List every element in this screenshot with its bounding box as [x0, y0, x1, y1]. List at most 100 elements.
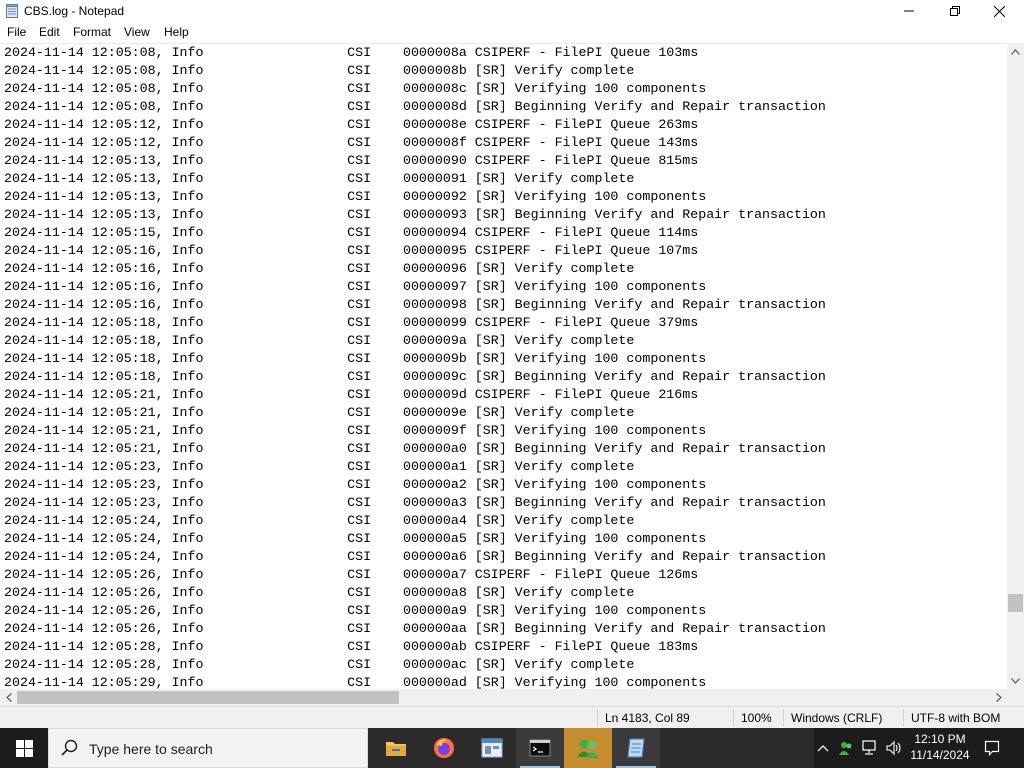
tray-network-button[interactable] [860, 728, 882, 768]
menu-help[interactable]: Help [164, 25, 189, 39]
window-title: CBS.log - Notepad [24, 4, 125, 18]
log-line: 2024-11-14 12:05:26, Info CSI 000000a9 [… [4, 603, 707, 618]
editor-lines: 2024-11-14 12:05:08, Info CSI 0000008a C… [4, 44, 826, 690]
taskbar-search[interactable]: Type here to search [48, 728, 368, 768]
log-line: 2024-11-14 12:05:21, Info CSI 0000009d C… [4, 387, 699, 402]
file-explorer-icon [386, 742, 406, 756]
users-tray-icon [839, 742, 852, 755]
log-line: 2024-11-14 12:05:08, Info CSI 0000008b [… [4, 63, 635, 78]
taskbar-background-area [664, 728, 814, 768]
clock-date: 11/14/2024 [910, 748, 970, 762]
status-divider [783, 709, 784, 726]
maximize-button[interactable] [932, 0, 978, 22]
window-app-icon [481, 738, 503, 758]
notifications-button[interactable] [980, 728, 1004, 768]
log-line: 2024-11-14 12:05:15, Info CSI 00000094 C… [4, 225, 699, 240]
notepad-icon [6, 4, 18, 18]
clock-time: 12:10 PM [914, 732, 966, 746]
log-line: 2024-11-14 12:05:18, Info CSI 0000009a [… [4, 333, 635, 348]
log-line: 2024-11-14 12:05:12, Info CSI 0000008f C… [4, 135, 699, 150]
chevron-down-icon [1011, 677, 1020, 684]
log-line: 2024-11-14 12:05:16, Info CSI 00000098 [… [4, 297, 826, 312]
close-icon [993, 5, 1005, 17]
windows-logo-icon [15, 739, 33, 757]
log-line: 2024-11-14 12:05:08, Info CSI 0000008c [… [4, 81, 707, 96]
horizontal-scroll-thumb[interactable] [17, 691, 399, 704]
log-line: 2024-11-14 12:05:24, Info CSI 000000a5 [… [4, 531, 707, 546]
line-ending: Windows (CRLF) [791, 711, 883, 725]
search-placeholder: Type here to search [89, 741, 213, 757]
log-line: 2024-11-14 12:05:18, Info CSI 00000099 C… [4, 315, 699, 330]
log-line: 2024-11-14 12:05:13, Info CSI 00000093 [… [4, 207, 826, 222]
log-line: 2024-11-14 12:05:28, Info CSI 000000ac [… [4, 657, 635, 672]
taskbar-app-file-explorer[interactable] [372, 728, 420, 768]
notification-icon [984, 740, 1000, 756]
menu-edit[interactable]: Edit [39, 25, 60, 39]
users-app-icon [577, 739, 599, 758]
log-line: 2024-11-14 12:05:21, Info CSI 0000009e [… [4, 405, 635, 420]
minimize-button[interactable] [886, 0, 932, 22]
chevron-up-icon [817, 745, 829, 752]
scroll-right-button[interactable] [990, 689, 1007, 706]
scroll-down-button[interactable] [1007, 672, 1024, 689]
terminal-icon [529, 739, 551, 757]
chevron-right-icon [995, 693, 1002, 702]
log-line: 2024-11-14 12:05:26, Info CSI 000000a8 [… [4, 585, 635, 600]
status-divider [733, 709, 734, 726]
cursor-position: Ln 4183, Col 89 [605, 711, 690, 725]
text-editor[interactable]: 2024-11-14 12:05:08, Info CSI 0000008a C… [0, 43, 1007, 690]
horizontal-scrollbar[interactable] [0, 689, 1007, 706]
log-line: 2024-11-14 12:05:12, Info CSI 0000008e C… [4, 117, 699, 132]
vertical-scrollbar[interactable] [1007, 43, 1024, 689]
log-line: 2024-11-14 12:05:18, Info CSI 0000009c [… [4, 369, 826, 384]
search-icon [61, 739, 78, 756]
taskbar-app-notepad[interactable] [612, 728, 660, 768]
close-button[interactable] [976, 0, 1022, 22]
scroll-left-button[interactable] [0, 689, 17, 706]
log-line: 2024-11-14 12:05:08, Info CSI 0000008d [… [4, 99, 826, 114]
log-line: 2024-11-14 12:05:16, Info CSI 00000096 [… [4, 261, 635, 276]
log-line: 2024-11-14 12:05:26, Info CSI 000000aa [… [4, 621, 826, 636]
notepad-icon [627, 738, 645, 758]
taskbar-app-window[interactable] [468, 728, 516, 768]
menu-view[interactable]: View [124, 25, 150, 39]
menu-file[interactable]: File [7, 25, 26, 39]
tray-users-button[interactable] [836, 728, 856, 768]
show-hidden-icons-button[interactable] [814, 728, 832, 768]
title-bar: CBS.log - Notepad [0, 0, 1024, 22]
vertical-scroll-thumb[interactable] [1008, 594, 1023, 612]
taskbar-clock[interactable]: 12:10 PM 11/14/2024 [900, 731, 980, 763]
menu-format[interactable]: Format [73, 25, 111, 39]
chevron-up-icon [1011, 48, 1020, 55]
log-line: 2024-11-14 12:05:24, Info CSI 000000a4 [… [4, 513, 635, 528]
log-line: 2024-11-14 12:05:23, Info CSI 000000a1 [… [4, 459, 635, 474]
log-line: 2024-11-14 12:05:29, Info CSI 000000ad [… [4, 675, 707, 690]
log-line: 2024-11-14 12:05:21, Info CSI 000000a0 [… [4, 441, 826, 456]
taskbar: Type here to search 12:10 PM 11/14/2024 [0, 728, 1024, 768]
menu-bar: File Edit Format View Help [0, 22, 1024, 43]
taskbar-apps [368, 728, 664, 768]
log-line: 2024-11-14 12:05:23, Info CSI 000000a2 [… [4, 477, 707, 492]
log-line: 2024-11-14 12:05:13, Info CSI 00000092 [… [4, 189, 707, 204]
scroll-up-button[interactable] [1007, 43, 1024, 60]
firefox-icon [434, 738, 454, 758]
scrollbar-corner [1007, 689, 1024, 706]
chevron-left-icon [5, 693, 12, 702]
log-line: 2024-11-14 12:05:08, Info CSI 0000008a C… [4, 45, 699, 60]
network-icon [862, 740, 876, 755]
taskbar-app-firefox[interactable] [420, 728, 468, 768]
zoom-level: 100% [741, 711, 772, 725]
log-line: 2024-11-14 12:05:28, Info CSI 000000ab C… [4, 639, 699, 654]
taskbar-app-terminal[interactable] [516, 728, 564, 768]
log-line: 2024-11-14 12:05:13, Info CSI 00000091 [… [4, 171, 635, 186]
log-line: 2024-11-14 12:05:24, Info CSI 000000a6 [… [4, 549, 826, 564]
taskbar-app-users[interactable] [564, 728, 612, 768]
encoding: UTF-8 with BOM [911, 711, 1001, 725]
status-divider [597, 709, 598, 726]
log-line: 2024-11-14 12:05:21, Info CSI 0000009f [… [4, 423, 707, 438]
restore-icon [950, 6, 960, 16]
log-line: 2024-11-14 12:05:26, Info CSI 000000a7 C… [4, 567, 699, 582]
log-line: 2024-11-14 12:05:16, Info CSI 00000097 [… [4, 279, 707, 294]
start-button[interactable] [0, 728, 48, 768]
log-line: 2024-11-14 12:05:23, Info CSI 000000a3 [… [4, 495, 826, 510]
